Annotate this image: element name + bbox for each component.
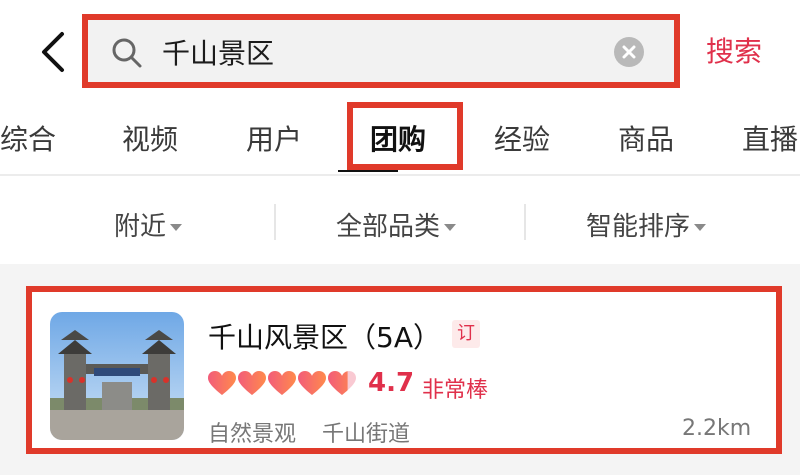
heart-icon (328, 371, 356, 395)
search-input[interactable] (162, 32, 602, 72)
caret-down-icon (170, 224, 183, 231)
result-title: 千山风景区（5A） (208, 321, 441, 354)
tab-experience[interactable]: 经验 (494, 118, 550, 158)
tab-comprehensive[interactable]: 综合 (0, 118, 56, 158)
heart-icon (298, 371, 326, 395)
scenic-thumbnail (50, 312, 184, 440)
divider (524, 204, 526, 240)
filter-bar: 附近 全部品类 智能排序 (0, 176, 800, 264)
back-button[interactable] (34, 28, 74, 76)
filter-category[interactable]: 全部品类 (336, 206, 457, 243)
active-tab-underline (338, 170, 398, 172)
back-icon (42, 32, 64, 72)
filter-nearby[interactable]: 附近 (114, 206, 183, 243)
filter-sort-label: 智能排序 (586, 212, 691, 242)
result-card[interactable]: 千山风景区（5A） 订 4.7 非常棒 自然景观 千山街道 2.2km (26, 286, 782, 454)
search-icon (112, 38, 142, 68)
tab-live[interactable]: 直播 (742, 118, 798, 158)
rating-score: 4.7 (368, 368, 415, 398)
filter-nearby-label: 附近 (114, 212, 167, 242)
heart-icon (208, 371, 236, 395)
clear-icon (622, 45, 636, 59)
rating-description: 非常棒 (422, 378, 489, 403)
clear-button[interactable] (614, 37, 644, 67)
divider (274, 204, 276, 240)
filter-category-label: 全部品类 (336, 212, 441, 242)
caret-down-icon (694, 224, 707, 231)
section-gap (0, 264, 800, 286)
tab-video[interactable]: 视频 (122, 118, 178, 158)
tab-users[interactable]: 用户 (246, 118, 302, 158)
heart-icon (268, 371, 296, 395)
scenic-category: 自然景观 (208, 422, 297, 447)
tab-products[interactable]: 商品 (618, 118, 674, 158)
search-button[interactable]: 搜索 (706, 30, 762, 70)
search-header: 搜索 (0, 0, 800, 100)
location-area: 千山街道 (322, 422, 411, 447)
filter-sort[interactable]: 智能排序 (586, 206, 707, 243)
tab-group-buy[interactable]: 团购 (370, 118, 426, 158)
result-list: 千山风景区（5A） 订 4.7 非常棒 自然景观 千山街道 2.2km (0, 286, 800, 475)
heart-icon (238, 371, 266, 395)
booking-badge: 订 (452, 320, 480, 348)
distance: 2.2km (682, 416, 752, 441)
search-box[interactable] (82, 14, 680, 88)
caret-down-icon (444, 224, 457, 231)
category-tabs: 综合 视频 用户 团购 经验 商品 直播 (0, 100, 800, 172)
heart-rating (208, 371, 356, 395)
